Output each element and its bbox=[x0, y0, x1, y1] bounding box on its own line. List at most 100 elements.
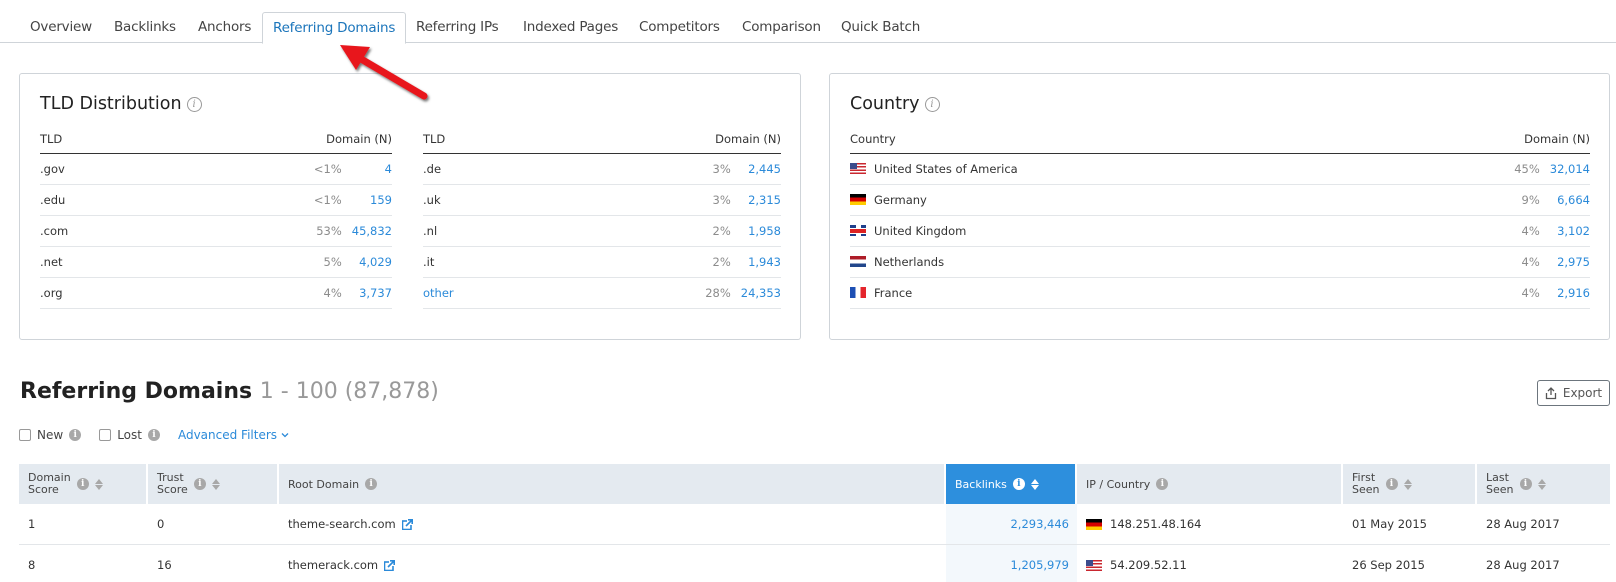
root-domain-text: theme-search.com bbox=[288, 517, 396, 531]
country-pct: 9% bbox=[1509, 184, 1550, 216]
advanced-filters-toggle[interactable]: Advanced Filters bbox=[178, 428, 289, 442]
country-row: Germany 9% 6,664 bbox=[850, 184, 1590, 216]
ip-address: 148.251.48.164 bbox=[1110, 517, 1202, 531]
country-card-title: Country i bbox=[850, 94, 940, 114]
tld-count-link[interactable]: 1,958 bbox=[740, 215, 781, 247]
col-domain-n: Domain (N) bbox=[700, 125, 781, 154]
external-link-icon[interactable] bbox=[401, 518, 413, 530]
info-icon[interactable]: i bbox=[924, 96, 940, 112]
tld-table-left: TLD Domain (N) .gov <1% 4 .edu <1% 159 .com 5… bbox=[40, 125, 392, 309]
tab-comparison[interactable]: Comparison bbox=[732, 12, 831, 43]
lost-checkbox[interactable] bbox=[99, 429, 112, 441]
info-icon[interactable]: i bbox=[69, 429, 82, 441]
tld-count-link[interactable]: 3,737 bbox=[351, 277, 392, 309]
info-icon[interactable]: i bbox=[1156, 478, 1169, 490]
filter-new: New i bbox=[19, 428, 82, 442]
country-count-link[interactable]: 2,916 bbox=[1549, 277, 1590, 309]
country-count-link[interactable]: 6,664 bbox=[1549, 184, 1590, 216]
col-first-seen[interactable]: First Seen i bbox=[1343, 464, 1477, 504]
col-country: Country bbox=[850, 125, 1510, 154]
export-button[interactable]: Export bbox=[1537, 380, 1610, 406]
col-label: IP / Country bbox=[1086, 477, 1151, 491]
tld-row: .uk 3% 2,315 bbox=[423, 184, 781, 216]
sort-icon[interactable] bbox=[1537, 478, 1546, 490]
sort-icon[interactable] bbox=[1403, 478, 1412, 490]
backlinks-count-link[interactable]: 2,293,446 bbox=[946, 504, 1077, 544]
tld-pct: 53% bbox=[311, 215, 352, 247]
section-title-text: Referring Domains bbox=[20, 379, 253, 404]
tld-name: .gov bbox=[40, 153, 312, 185]
tld-pct: <1% bbox=[311, 153, 352, 185]
ip-address: 54.209.52.11 bbox=[1110, 558, 1187, 572]
new-checkbox[interactable] bbox=[19, 429, 31, 441]
country-count-link[interactable]: 2,975 bbox=[1549, 246, 1590, 278]
info-icon[interactable]: i bbox=[193, 478, 206, 490]
info-icon[interactable]: i bbox=[76, 478, 89, 490]
backlinks-count-link[interactable]: 1,205,979 bbox=[946, 545, 1077, 582]
tld-count-link[interactable]: 4 bbox=[351, 153, 392, 185]
germany-flag-icon bbox=[850, 193, 866, 205]
col-ip-country: IP / Country i bbox=[1077, 464, 1343, 504]
info-icon[interactable]: i bbox=[365, 478, 378, 490]
col-trust-score[interactable]: Trust Score i bbox=[148, 464, 279, 504]
country-row: United States of America 45% 32,014 bbox=[850, 153, 1590, 185]
col-label: Last Seen bbox=[1486, 471, 1514, 496]
tld-count-link[interactable]: 45,832 bbox=[351, 215, 392, 247]
col-backlinks[interactable]: Backlinks i bbox=[946, 464, 1077, 504]
tld-row: .nl 2% 1,958 bbox=[423, 215, 781, 247]
country-count-link[interactable]: 3,102 bbox=[1549, 215, 1590, 247]
tab-referring-domains[interactable]: Referring Domains bbox=[262, 12, 407, 44]
country-name: Germany bbox=[874, 192, 927, 207]
tld-name: .de bbox=[423, 153, 701, 185]
tld-row: .net 5% 4,029 bbox=[40, 246, 392, 278]
col-domain-n: Domain (N) bbox=[311, 125, 392, 154]
tld-count-link[interactable]: 24,353 bbox=[740, 277, 781, 309]
country-count-link[interactable]: 32,014 bbox=[1549, 153, 1590, 185]
tld-count-link[interactable]: 159 bbox=[351, 184, 392, 216]
netherlands-flag-icon bbox=[850, 255, 866, 267]
tab-competitors[interactable]: Competitors bbox=[629, 12, 730, 43]
domain-score: 8 bbox=[28, 558, 36, 572]
tab-referring-ips[interactable]: Referring IPs bbox=[406, 12, 509, 43]
tld-count-link[interactable]: 4,029 bbox=[351, 246, 392, 278]
col-label: Trust Score bbox=[157, 471, 188, 496]
filters-bar: New i Lost i Advanced Filters bbox=[19, 428, 289, 442]
sort-icon[interactable] bbox=[1030, 478, 1039, 490]
info-icon[interactable]: i bbox=[1385, 478, 1398, 490]
root-domain: theme-search.com bbox=[279, 504, 946, 544]
info-icon[interactable]: i bbox=[186, 96, 202, 112]
tld-count-link[interactable]: 1,943 bbox=[740, 246, 781, 278]
tld-count-link[interactable]: 2,315 bbox=[740, 184, 781, 216]
col-domain-score[interactable]: Domain Score i bbox=[19, 464, 148, 504]
country-pct: 45% bbox=[1509, 153, 1550, 185]
sort-icon[interactable] bbox=[94, 478, 103, 490]
country-row: Netherlands 4% 2,975 bbox=[850, 246, 1590, 278]
tld-other-link[interactable]: other bbox=[423, 277, 701, 309]
tab-anchors[interactable]: Anchors bbox=[188, 12, 261, 43]
info-icon[interactable]: i bbox=[1012, 478, 1025, 490]
ip-country: 54.209.52.11 bbox=[1077, 545, 1343, 582]
tld-count-link[interactable]: 2,445 bbox=[740, 153, 781, 185]
table-header: Domain Score i Trust Score i Root Domain i… bbox=[19, 464, 1610, 504]
country-name: United States of America bbox=[874, 161, 1018, 176]
tld-pct: 4% bbox=[311, 277, 352, 309]
table-row: 8 16 themerack.com 1,205,979 54.209.52.1… bbox=[19, 545, 1610, 582]
tab-overview[interactable]: Overview bbox=[20, 12, 102, 43]
domain-score: 1 bbox=[28, 517, 36, 531]
info-icon[interactable]: i bbox=[147, 429, 160, 441]
tab-indexed-pages[interactable]: Indexed Pages bbox=[513, 12, 628, 43]
external-link-icon[interactable] bbox=[384, 559, 396, 571]
sort-icon[interactable] bbox=[211, 478, 220, 490]
country-name: France bbox=[874, 285, 913, 300]
tld-pct: 28% bbox=[700, 277, 741, 309]
first-seen: 01 May 2015 bbox=[1352, 517, 1427, 531]
france-flag-icon bbox=[850, 286, 866, 298]
tld-table-right: TLD Domain (N) .de 3% 2,445 .uk 3% 2,315 .nl… bbox=[423, 125, 781, 309]
tab-backlinks[interactable]: Backlinks bbox=[104, 12, 186, 43]
info-icon[interactable]: i bbox=[1519, 478, 1532, 490]
col-last-seen[interactable]: Last Seen i bbox=[1477, 464, 1610, 504]
country-row: France 4% 2,916 bbox=[850, 277, 1590, 309]
referring-domains-table: Domain Score i Trust Score i Root Domain i… bbox=[19, 464, 1610, 582]
tab-quick-batch[interactable]: Quick Batch bbox=[831, 12, 930, 43]
country-name: Netherlands bbox=[874, 254, 945, 269]
